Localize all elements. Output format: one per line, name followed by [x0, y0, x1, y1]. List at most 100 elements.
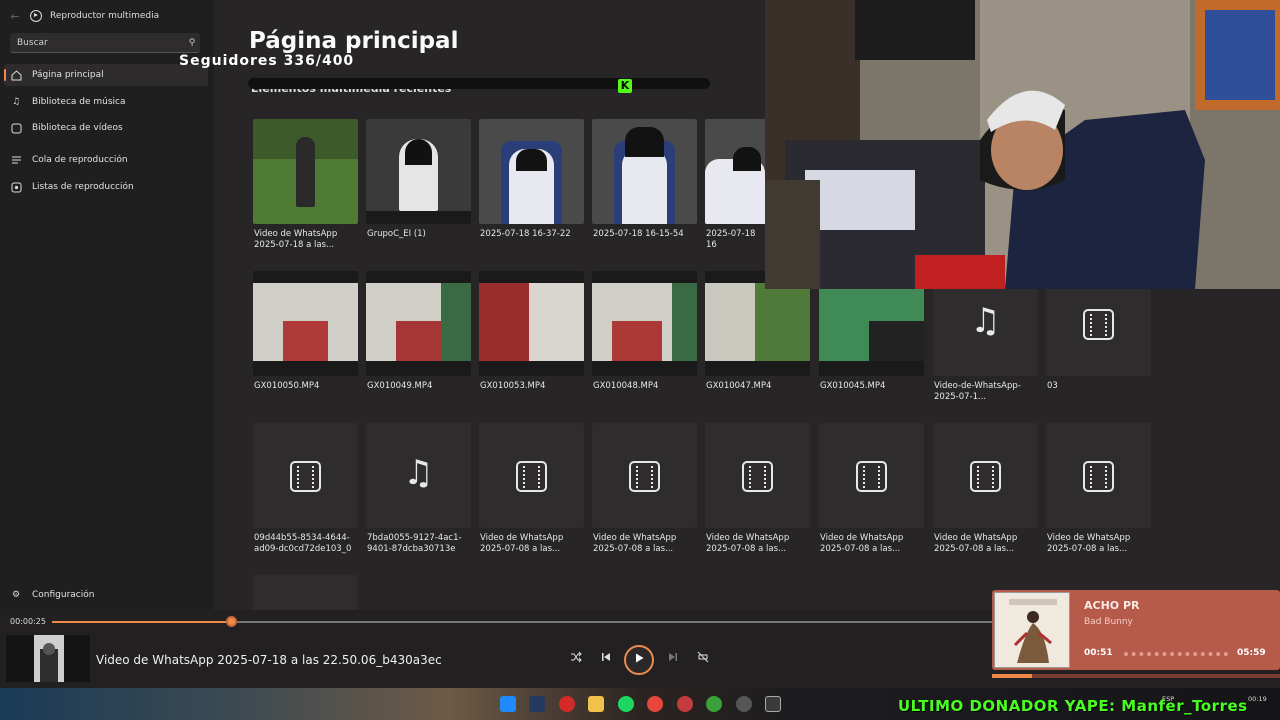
sidebar-item-music-library[interactable]: ♫ Biblioteca de música	[4, 91, 208, 113]
steam-icon[interactable]	[529, 696, 545, 712]
media-tile[interactable]: GX010053.MP4	[479, 271, 584, 392]
video-thumbnail	[253, 119, 358, 224]
media-tile[interactable]: GrupoC_EI (1)	[366, 119, 471, 240]
app-red-icon[interactable]	[559, 696, 575, 712]
current-time: 00:00:25	[10, 617, 46, 626]
sidebar-item-settings[interactable]: ⚙ Configuración	[4, 584, 208, 606]
video-thumbnail	[592, 119, 697, 224]
media-tile-label: Video de WhatsApp 2025-07-08 a las...	[1047, 533, 1131, 554]
sidebar-item-home[interactable]: Página principal	[4, 64, 208, 86]
sidebar-item-video-library[interactable]: Biblioteca de vídeos	[4, 117, 208, 139]
media-tile-label: GX010053.MP4	[480, 381, 546, 391]
sidebar-item-label: Biblioteca de vídeos	[32, 123, 123, 133]
seek-handle[interactable]	[226, 616, 237, 627]
now-playing-title: Video de WhatsApp 2025-07-18 a las 22.50…	[96, 653, 442, 667]
media-tile[interactable]: GX010050.MP4	[253, 271, 358, 392]
video-placeholder-thumbnail	[592, 423, 697, 528]
album-art	[994, 592, 1070, 668]
search-input[interactable]: Buscar	[17, 38, 184, 48]
shuffle-icon[interactable]	[565, 648, 587, 670]
media-tile[interactable]: 09d44b55-8534-4644-ad09-dc0cd72de103_0	[253, 423, 358, 555]
media-tile-label: Video de WhatsApp 2025-07-08 a las...	[820, 533, 904, 554]
follower-goal-bar	[248, 78, 710, 89]
media-tile-label: Video de WhatsApp 2025-07-08 a las...	[706, 533, 790, 554]
media-tile[interactable]: GX010048.MP4	[592, 271, 697, 392]
media-tile[interactable]: GX010045.MP4	[819, 271, 924, 392]
now-playing-thumbnail[interactable]	[6, 635, 90, 682]
media-tile[interactable]: ♫ 7bda0055-9127-4ac1-9401-87dcba30713e	[366, 423, 471, 555]
page-title: Página principal	[249, 28, 459, 54]
gear-icon: ⚙	[11, 590, 21, 600]
media-tile[interactable]: Video de WhatsApp 2025-07-08 a las...	[1046, 423, 1151, 555]
media-tile[interactable]: Video de WhatsApp 2025-07-18 a las...	[253, 119, 358, 251]
play-icon	[636, 653, 644, 663]
media-player-app-icon	[30, 10, 42, 22]
sidebar-item-queue[interactable]: Cola de reproducción	[4, 149, 208, 171]
sidebar-item-label: Cola de reproducción	[32, 155, 128, 165]
search-icon[interactable]: ⚲	[184, 38, 200, 48]
media-tile[interactable]: Video de WhatsApp 2025-07-08 a las...	[592, 423, 697, 555]
video-placeholder-thumbnail	[1046, 423, 1151, 528]
media-tile[interactable]: 2025-07-18 16-15-54	[592, 119, 697, 240]
video-placeholder-thumbnail	[705, 423, 810, 528]
video-library-icon	[10, 122, 22, 134]
song-title: ACHO PR	[1084, 599, 1140, 612]
previous-track-icon[interactable]	[595, 648, 617, 670]
video-placeholder-thumbnail	[479, 423, 584, 528]
chrome-alt-icon[interactable]	[677, 696, 693, 712]
obs-icon[interactable]	[736, 696, 752, 712]
queue-icon	[10, 154, 22, 166]
seek-progress	[52, 621, 231, 623]
media-tile[interactable]: Video de WhatsApp 2025-07-08 a las...	[705, 423, 810, 555]
video-thumbnail	[366, 119, 471, 224]
sidebar-item-label: Biblioteca de música	[32, 97, 126, 107]
video-thumbnail	[592, 271, 697, 376]
now-playing-music-widget: ACHO PR Bad Bunny 00:51 05:59	[992, 590, 1280, 670]
audio-thumbnail: ♫	[366, 423, 471, 528]
media-tile-label: Video de WhatsApp 2025-07-18 a las...	[254, 229, 338, 250]
media-tile[interactable]: Video de WhatsApp 2025-07-08 a las...	[819, 423, 924, 555]
xbox-icon[interactable]	[706, 696, 722, 712]
media-tile[interactable]: 03	[1046, 271, 1151, 392]
search-box[interactable]: Buscar ⚲	[10, 33, 200, 53]
file-explorer-icon[interactable]	[588, 696, 604, 712]
song-duration: 05:59	[1237, 648, 1266, 658]
media-tile[interactable]: 2025-07-18 16-37-22	[479, 119, 584, 240]
next-track-icon[interactable]	[662, 648, 684, 670]
back-arrow-icon[interactable]: ←	[0, 10, 30, 23]
play-button[interactable]	[624, 645, 654, 675]
webcam-image	[765, 0, 1280, 289]
repeat-icon[interactable]	[692, 648, 714, 670]
film-icon	[516, 461, 547, 492]
media-tile-label: 7bda0055-9127-4ac1-9401-87dcba30713e	[367, 533, 462, 554]
video-placeholder-thumbnail	[253, 575, 358, 610]
media-tile[interactable]: Video de WhatsApp 2025-07-08 a las...	[479, 423, 584, 555]
film-icon	[1083, 309, 1114, 340]
film-icon	[856, 461, 887, 492]
playlist-icon	[10, 181, 22, 193]
song-progress-fill	[992, 674, 1032, 678]
video-thumbnail	[705, 119, 765, 224]
video-placeholder-thumbnail	[933, 423, 1038, 528]
film-icon	[1083, 461, 1114, 492]
clock-time[interactable]: 00:19	[1248, 695, 1267, 703]
media-tile[interactable]: ♫ Video-de-WhatsApp-2025-07-1...	[933, 271, 1038, 403]
windows-start-icon[interactable]	[500, 696, 516, 712]
film-icon	[629, 461, 660, 492]
media-tile[interactable]: Video de WhatsApp 2025-07-08 a las...	[933, 423, 1038, 555]
media-tile[interactable]: 2025-07-18 16	[705, 119, 765, 251]
media-tile-label: 2025-07-18 16	[706, 229, 756, 250]
media-tile-label: GX010047.MP4	[706, 381, 772, 391]
media-tile[interactable]: GX010049.MP4	[366, 271, 471, 392]
media-tile-label: 09d44b55-8534-4644-ad09-dc0cd72de103_0	[254, 533, 352, 554]
sidebar-item-playlists[interactable]: Listas de reproducción	[4, 176, 208, 198]
media-tile-label: GrupoC_EI (1)	[367, 229, 426, 239]
spotify-icon[interactable]	[618, 696, 634, 712]
film-icon	[290, 461, 321, 492]
media-player-taskbar-icon[interactable]	[765, 696, 781, 712]
chrome-icon[interactable]	[647, 696, 663, 712]
media-tile[interactable]: GX010047.MP4	[705, 271, 810, 392]
film-icon	[970, 461, 1001, 492]
media-tile[interactable]	[253, 575, 358, 610]
webcam-overlay	[765, 0, 1280, 289]
